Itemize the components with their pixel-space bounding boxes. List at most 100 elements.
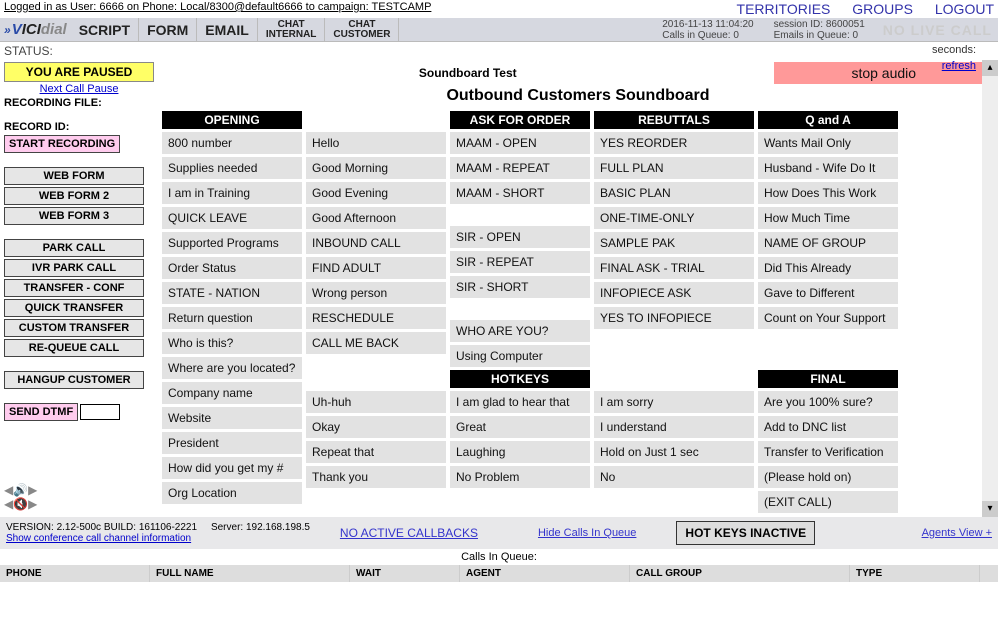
ask-btn-2[interactable]: BASIC PLAN [594,182,754,204]
qa-btn-1[interactable]: Supplies needed [162,157,302,179]
final-btn-3[interactable]: (Please hold on) [758,466,898,488]
ask-btn-0[interactable]: YES REORDER [594,132,754,154]
opening-btn-8[interactable]: CALL ME BACK [306,332,446,354]
hot1-btn-3[interactable]: Thank you [306,466,446,488]
groups-link[interactable]: GROUPS [852,1,913,17]
reb-btn-5[interactable]: Did This Already [758,257,898,279]
qa-btn-10[interactable]: Company name [162,382,302,404]
volume-controls[interactable]: ◀🔊▶ ◀🔇▶ [4,483,154,511]
web-form-2-button[interactable]: WEB FORM 2 [4,187,144,205]
qa-btn-12[interactable]: President [162,432,302,454]
conf-channel-link[interactable]: Show conference call channel information [6,533,191,544]
territories-link[interactable]: TERRITORIES [737,1,831,17]
ask-btn-7[interactable]: YES TO INFOPIECE [594,307,754,329]
opening-btn-0[interactable]: Hello [306,132,446,154]
qa-btn-2[interactable]: I am in Training [162,182,302,204]
tab-script[interactable]: SCRIPT [71,18,139,41]
maam-btn-0[interactable]: MAAM - OPEN [450,132,590,154]
opening-btn-3[interactable]: Good Afternoon [306,207,446,229]
logout-link[interactable]: LOGOUT [935,1,994,17]
reb-btn-6[interactable]: Gave to Different [758,282,898,304]
reb-btn-4[interactable]: NAME OF GROUP [758,232,898,254]
qa-btn-8[interactable]: Who is this? [162,332,302,354]
hot3-btn-3[interactable]: No [594,466,754,488]
hot2-btn-2[interactable]: Laughing [450,441,590,463]
quick-transfer-button[interactable]: QUICK TRANSFER [4,299,144,317]
tab-email[interactable]: EMAIL [197,18,258,41]
hotkeys-header: HOTKEYS [450,370,590,388]
qa-btn-11[interactable]: Website [162,407,302,429]
sir-btn-1[interactable]: SIR - REPEAT [450,251,590,273]
hot2-btn-1[interactable]: Great [450,416,590,438]
hot1-btn-0[interactable]: Uh-huh [306,391,446,413]
web-form-3-button[interactable]: WEB FORM 3 [4,207,144,225]
qa-btn-14[interactable]: Org Location [162,482,302,504]
ask-btn-6[interactable]: INFOPIECE ASK [594,282,754,304]
tab-chat-internal[interactable]: CHATINTERNAL [258,18,326,41]
hot1-btn-2[interactable]: Repeat that [306,441,446,463]
web-form-button[interactable]: WEB FORM [4,167,144,185]
reb-btn-3[interactable]: How Much Time [758,207,898,229]
scroll-up-icon[interactable]: ▴ [982,60,998,76]
final-btn-2[interactable]: Transfer to Verification [758,441,898,463]
qa-btn-13[interactable]: How did you get my # [162,457,302,479]
requeue-call-button[interactable]: RE-QUEUE CALL [4,339,144,357]
transfer-conf-button[interactable]: TRANSFER - CONF [4,279,144,297]
no-active-callbacks-link[interactable]: NO ACTIVE CALLBACKS [340,526,478,540]
opening-btn-6[interactable]: Wrong person [306,282,446,304]
sir-btn-2[interactable]: SIR - SHORT [450,276,590,298]
send-dtmf-button[interactable]: SEND DTMF [4,403,78,421]
tab-form[interactable]: FORM [139,18,197,41]
final-btn-0[interactable]: Are you 100% sure? [758,391,898,413]
ask-btn-5[interactable]: FINAL ASK - TRIAL [594,257,754,279]
opening-btn-7[interactable]: RESCHEDULE [306,307,446,329]
hot3-btn-1[interactable]: I understand [594,416,754,438]
ask-header: ASK FOR ORDER [450,111,590,129]
sir-btn-0[interactable]: SIR - OPEN [450,226,590,248]
refresh-link[interactable]: refresh [942,60,976,72]
qa-btn-7[interactable]: Return question [162,307,302,329]
vicidial-logo: »VICIdial [0,21,71,38]
opening-btn-5[interactable]: FIND ADULT [306,257,446,279]
opening-btn-1[interactable]: Good Morning [306,157,446,179]
agents-view-link[interactable]: Agents View + [922,527,992,539]
tab-chat-customer[interactable]: CHATCUSTOMER [325,18,399,41]
reb-btn-0[interactable]: Wants Mail Only [758,132,898,154]
qa-btn-0[interactable]: 800 number [162,132,302,154]
park-call-button[interactable]: PARK CALL [4,239,144,257]
maam-btn-2[interactable]: MAAM - SHORT [450,182,590,204]
reb-btn-1[interactable]: Husband - Wife Do It [758,157,898,179]
hotkeys-inactive-box[interactable]: HOT KEYS INACTIVE [676,521,815,545]
hot2-btn-0[interactable]: I am glad to hear that [450,391,590,413]
qa-btn-4[interactable]: Supported Programs [162,232,302,254]
who-btn-1[interactable]: Using Computer [450,345,590,367]
qa-btn-9[interactable]: Where are you located? [162,357,302,379]
scroll-down-icon[interactable]: ▾ [982,501,998,517]
next-call-pause-link[interactable]: Next Call Pause [4,83,154,95]
ask-btn-1[interactable]: FULL PLAN [594,157,754,179]
qa-btn-5[interactable]: Order Status [162,257,302,279]
maam-btn-1[interactable]: MAAM - REPEAT [450,157,590,179]
dtmf-input[interactable] [80,404,120,420]
opening-btn-2[interactable]: Good Evening [306,182,446,204]
opening-btn-4[interactable]: INBOUND CALL [306,232,446,254]
ivr-park-call-button[interactable]: IVR PARK CALL [4,259,144,277]
who-btn-0[interactable]: WHO ARE YOU? [450,320,590,342]
hot1-btn-1[interactable]: Okay [306,416,446,438]
hot3-btn-0[interactable]: I am sorry [594,391,754,413]
final-btn-1[interactable]: Add to DNC list [758,416,898,438]
soundboard-small-title: Soundboard Test [162,66,774,80]
hide-calls-link[interactable]: Hide Calls In Queue [538,527,636,539]
hot3-btn-2[interactable]: Hold on Just 1 sec [594,441,754,463]
hot2-btn-3[interactable]: No Problem [450,466,590,488]
ask-btn-4[interactable]: SAMPLE PAK [594,232,754,254]
reb-btn-2[interactable]: How Does This Work [758,182,898,204]
custom-transfer-button[interactable]: CUSTOM TRANSFER [4,319,144,337]
qa-btn-3[interactable]: QUICK LEAVE [162,207,302,229]
hangup-customer-button[interactable]: HANGUP CUSTOMER [4,371,144,389]
final-btn-4[interactable]: (EXIT CALL) [758,491,898,513]
start-recording-button[interactable]: START RECORDING [4,135,120,153]
reb-btn-7[interactable]: Count on Your Support [758,307,898,329]
ask-btn-3[interactable]: ONE-TIME-ONLY [594,207,754,229]
qa-btn-6[interactable]: STATE - NATION [162,282,302,304]
